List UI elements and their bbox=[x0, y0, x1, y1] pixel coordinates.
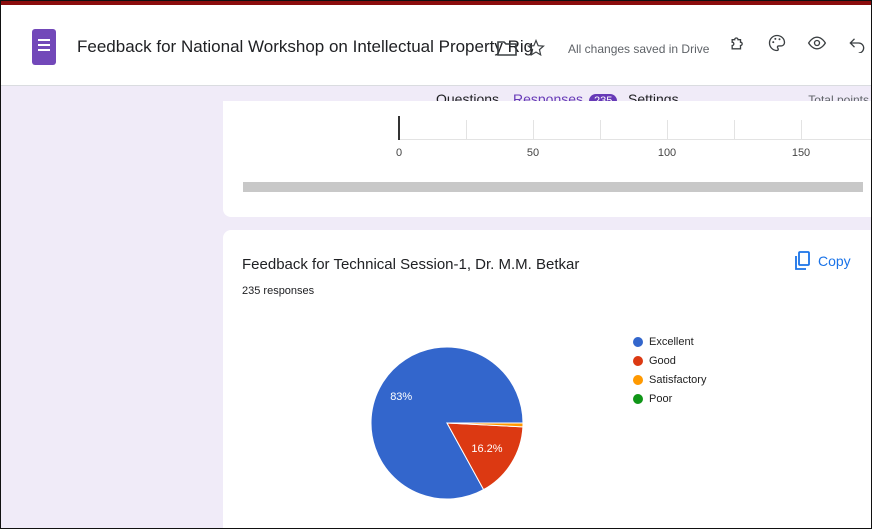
legend-swatch bbox=[633, 336, 643, 347]
form-title[interactable]: Feedback for National Workshop on Intell… bbox=[77, 37, 533, 57]
addons-puzzle-icon[interactable] bbox=[724, 29, 752, 57]
legend-swatch bbox=[633, 355, 643, 366]
chart-legend: Excellent Good Satisfactory Poor bbox=[633, 332, 706, 408]
grid-line bbox=[734, 120, 735, 140]
grid-line bbox=[600, 120, 601, 140]
question-summary-card: Feedback for Technical Session-1, Dr. M.… bbox=[223, 230, 871, 528]
top-strip bbox=[1, 1, 871, 5]
legend-item-good: Good bbox=[633, 351, 706, 370]
pie-chart: 83% 16.2% bbox=[370, 346, 524, 500]
slice-data-label: 16.2% bbox=[471, 443, 502, 455]
legend-swatch bbox=[633, 393, 643, 404]
x-tick-label: 50 bbox=[526, 147, 540, 159]
palette-icon[interactable] bbox=[763, 29, 791, 57]
slice-data-label: 83% bbox=[390, 391, 412, 403]
legend-item-excellent: Excellent bbox=[633, 332, 706, 351]
grid-line bbox=[533, 120, 534, 140]
undo-icon[interactable] bbox=[843, 29, 871, 57]
legend-item-satisfactory: Satisfactory bbox=[633, 370, 706, 389]
previous-question-card: 0 50 100 150 bbox=[223, 101, 871, 217]
grid-line bbox=[667, 120, 668, 140]
x-tick-label: 150 bbox=[791, 147, 811, 159]
horizontal-scrollbar[interactable] bbox=[243, 182, 863, 192]
grid-line bbox=[466, 120, 467, 140]
app-frame: Feedback for National Workshop on Intell… bbox=[0, 0, 872, 529]
folder-icon[interactable] bbox=[493, 34, 521, 62]
legend-label: Satisfactory bbox=[649, 373, 707, 386]
legend-label: Poor bbox=[649, 392, 673, 405]
legend-item-poor: Poor bbox=[633, 389, 706, 408]
grid-baseline bbox=[399, 139, 871, 140]
x-tick-label: 0 bbox=[395, 147, 403, 159]
legend-swatch bbox=[633, 374, 643, 385]
header-bar: Feedback for National Workshop on Intell… bbox=[1, 1, 871, 86]
forms-logo-icon[interactable] bbox=[32, 29, 56, 65]
x-tick-label: 100 bbox=[657, 147, 677, 159]
grid-line bbox=[801, 120, 802, 140]
legend-label: Good bbox=[649, 354, 676, 367]
legend-label: Excellent bbox=[649, 335, 694, 348]
save-status: All changes saved in Drive bbox=[568, 42, 710, 56]
preview-eye-icon[interactable] bbox=[803, 29, 831, 57]
star-icon[interactable] bbox=[522, 34, 550, 62]
bar-chart-axis bbox=[398, 116, 400, 140]
